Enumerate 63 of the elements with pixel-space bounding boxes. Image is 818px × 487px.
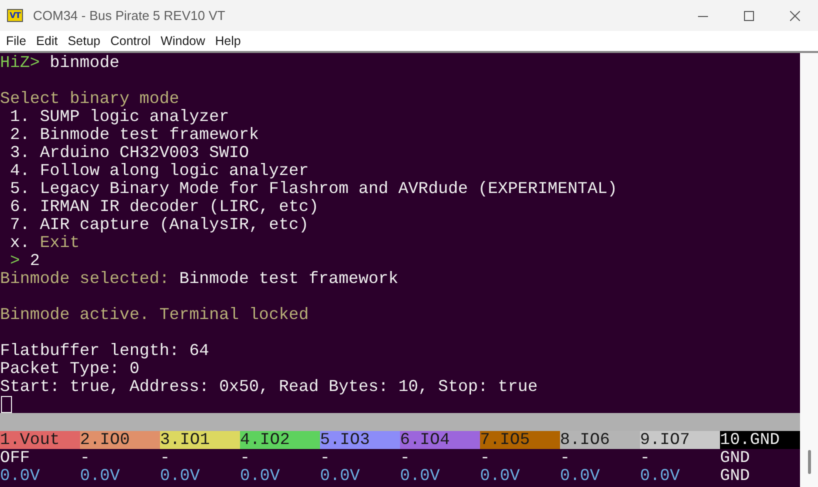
prompt-text: > [8,251,20,269]
pin-state: - [320,449,331,467]
pin-state: - [80,449,91,467]
close-icon[interactable] [790,10,800,20]
scrollbar[interactable] [800,53,818,487]
pin-voltage: 0.0V [480,467,521,485]
pin-state: - [480,449,491,467]
pin-label: 8.IO6 [560,431,640,449]
pin-state: - [640,449,651,467]
terminal-line: 3. Arduino CH32V003 SWIO [8,143,249,161]
pin-state: - [160,449,171,467]
terminal-text: x. [8,233,30,251]
menu-item[interactable]: Edit [31,34,63,48]
terminal-text: 2 [28,251,40,269]
window-title: COM34 - Bus Pirate 5 REV10 VT [33,8,226,23]
terminal-line: 1. SUMP logic analyzer [8,107,230,125]
pin-label: 5.IO3 [320,431,400,449]
terminal-text: Binmode test framework [178,269,398,287]
menu-item[interactable]: Window [156,34,210,48]
prompt-text: HiZ> [0,53,40,71]
pin-voltage: GND [720,467,751,485]
terminal-text: binmode [48,53,120,71]
highlighted-text: Exit [39,233,80,251]
terminal-line: 2. Binmode test framework [8,125,259,143]
pin-voltage: 0.0V [560,467,601,485]
pin-state: - [560,449,571,467]
pin-voltage: 0.0V [320,467,361,485]
pin-voltage: 0.0V [160,467,201,485]
pin-voltage: 0.0V [400,467,441,485]
menu-item[interactable]: Setup [62,34,106,48]
scrollbar-thumb[interactable] [808,450,810,474]
terminal-line: Packet Type: 0 [0,359,140,377]
menu-item[interactable]: Control [105,34,156,48]
pin-label: 4.IO2 [240,431,320,449]
pin-voltage: 0.0V [640,467,681,485]
pin-voltage: 0.0V [80,467,121,485]
pin-label: 3.IO1 [160,431,240,449]
pin-state: - [240,449,251,467]
pin-voltage: 0.0V [240,467,281,485]
terminal-line: Select binary mode [0,89,180,107]
terminal-line: 4. Follow along logic analyzer [8,161,309,179]
pin-state: OFF [0,449,31,467]
pin-state: - [400,449,411,467]
pin-state: GND [720,449,751,467]
app-icon: VT [7,9,23,22]
highlighted-text: Binmode selected: [0,269,170,287]
menu-item[interactable]: File [1,34,32,48]
pin-label: 10.GND [720,431,800,449]
terminal-line: Binmode active. Terminal locked [0,305,309,323]
pin-voltage: 0.0V [0,467,41,485]
menu-item[interactable]: Help [210,34,246,48]
pin-label: 2.IO0 [80,431,160,449]
pin-label: 7.IO5 [480,431,560,449]
terminal-line: Start: true, Address: 0x50, Read Bytes: 10, Stop: true [0,377,538,395]
terminal-line: 7. AIR capture (AnalysIR, etc) [8,215,309,233]
terminal-line: 6. IRMAN IR decoder (LIRC, etc) [8,197,319,215]
pin-label: 6.IO4 [400,431,480,449]
maximize-icon[interactable] [744,10,754,20]
pin-label: 9.IO7 [640,431,720,449]
pin-label: 1.Vout [0,431,80,449]
text-cursor [1,396,12,413]
terminal-line: 5. Legacy Binary Mode for Flashrom and AVRdude (EXPERIMENTAL) [8,179,618,197]
terminal-line: Flatbuffer length: 64 [0,341,210,359]
